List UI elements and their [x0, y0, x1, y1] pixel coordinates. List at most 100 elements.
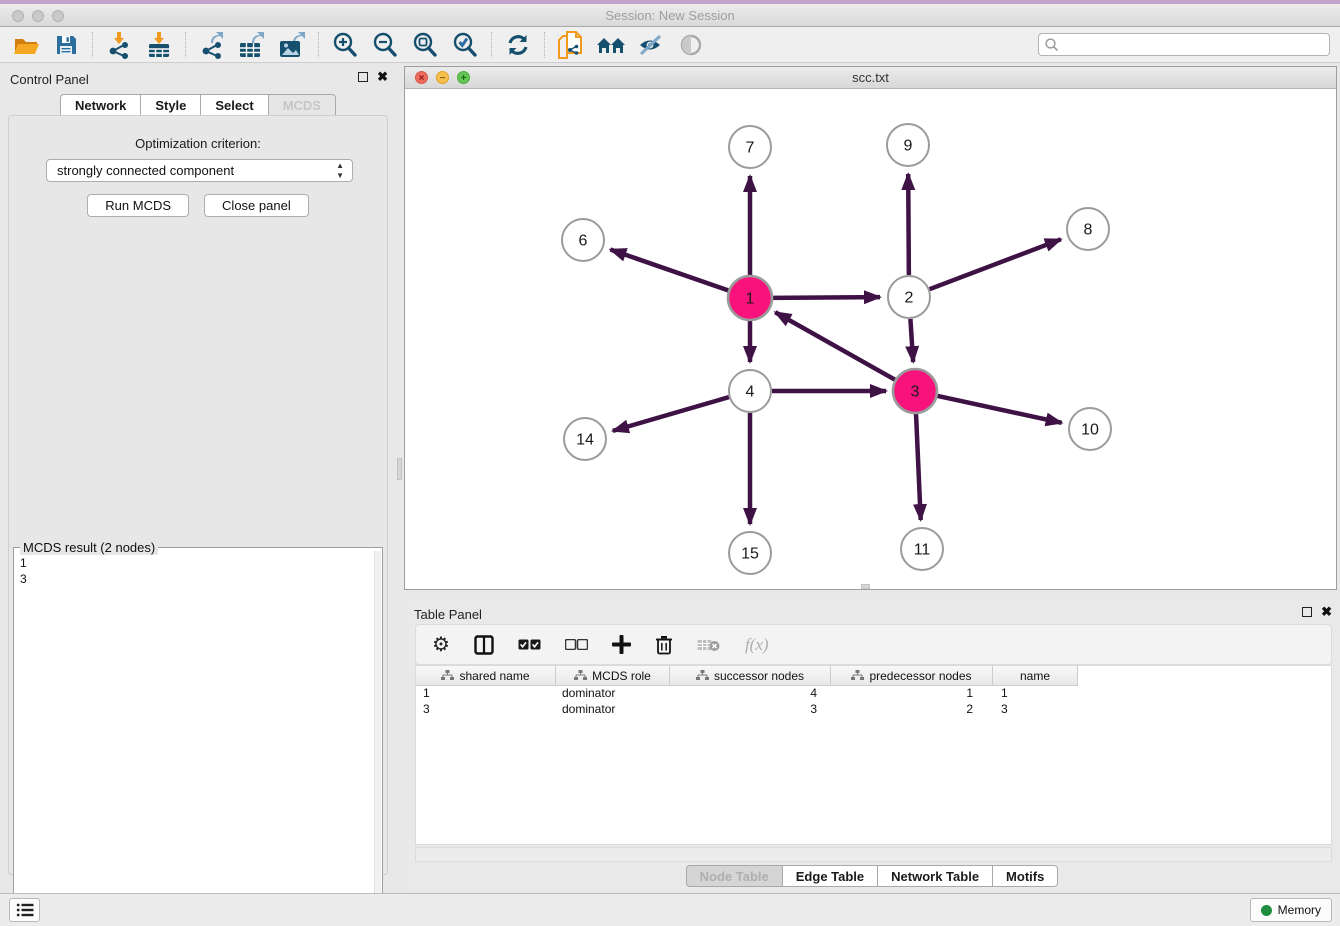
tab-network-table[interactable]: Network Table — [877, 865, 992, 887]
zoom-fit-icon — [411, 31, 439, 59]
open-file-button[interactable] — [6, 29, 46, 61]
export-image-icon — [277, 31, 307, 59]
settings-gear-icon: ⚙ — [432, 632, 450, 657]
hierarchy-icon — [696, 670, 709, 681]
delete-table-button[interactable] — [697, 637, 721, 653]
mcds-result-text[interactable]: 1 3 — [15, 553, 373, 921]
graph-edge-3-11[interactable] — [916, 413, 921, 520]
table-cell[interactable]: 3 — [416, 702, 556, 718]
run-mcds-button[interactable]: Run MCDS — [87, 194, 189, 217]
export-image-button[interactable] — [272, 29, 312, 61]
tab-network[interactable]: Network — [60, 94, 140, 116]
hide-panels-button[interactable] — [631, 29, 671, 61]
close-panel-icon[interactable]: ✖ — [377, 72, 388, 82]
save-session-icon — [53, 32, 79, 58]
export-network-button[interactable] — [192, 29, 232, 61]
node-table: shared nameMCDS rolesuccessor nodesprede… — [415, 665, 1332, 845]
table-cell[interactable]: dominator — [556, 686, 670, 702]
save-session-button[interactable] — [46, 29, 86, 61]
graph-edge-1-6[interactable] — [610, 250, 729, 291]
hierarchy-icon — [851, 670, 864, 681]
graph-edge-2-8[interactable] — [930, 239, 1061, 289]
vertical-splitter[interactable] — [396, 63, 404, 884]
float-panel-icon[interactable] — [358, 72, 368, 82]
column-header-predecessor-nodes[interactable]: predecessor nodes — [831, 666, 993, 686]
graph-edge-4-14[interactable] — [613, 397, 729, 431]
search-input[interactable] — [1060, 36, 1329, 54]
close-table-panel-icon[interactable]: ✖ — [1321, 607, 1332, 617]
table-row[interactable]: 3dominator323 — [416, 702, 1331, 718]
table-cell[interactable]: 1 — [416, 686, 556, 702]
zoom-selected-button[interactable] — [445, 29, 485, 61]
table-panel-title: Table Panel — [414, 607, 482, 622]
close-panel-button[interactable]: Close panel — [204, 194, 309, 217]
optimization-criterion-select[interactable]: strongly connected component ▲▼ — [46, 159, 353, 182]
zoom-fit-button[interactable] — [405, 29, 445, 61]
graph-node-label: 6 — [579, 233, 588, 250]
function-builder-button[interactable]: f(x) — [745, 635, 769, 655]
hide-panels-icon — [637, 33, 665, 57]
export-table-button[interactable] — [232, 29, 272, 61]
graph-edge-2-9[interactable] — [908, 174, 909, 275]
clone-network-button[interactable] — [551, 29, 591, 61]
graph-node-label: 7 — [746, 140, 755, 157]
column-layout-button[interactable] — [474, 635, 494, 655]
import-table-button[interactable] — [139, 29, 179, 61]
memory-label: Memory — [1278, 903, 1321, 917]
tab-select[interactable]: Select — [200, 94, 267, 116]
table-cell[interactable]: 3 — [670, 702, 831, 718]
table-cell[interactable]: 3 — [993, 702, 1078, 718]
table-cell[interactable]: 4 — [670, 686, 831, 702]
import-table-icon — [145, 31, 173, 59]
deselect-all-button[interactable] — [565, 639, 588, 650]
graph-svg: 7968124314101511 — [405, 89, 1336, 590]
zoom-in-button[interactable] — [325, 29, 365, 61]
search-box[interactable] — [1038, 33, 1330, 56]
network-overview-button[interactable] — [591, 29, 631, 61]
graph-edge-1-2[interactable] — [772, 297, 880, 298]
task-history-button[interactable] — [9, 898, 40, 922]
float-table-panel-icon[interactable] — [1302, 607, 1312, 617]
memory-button[interactable]: Memory — [1250, 898, 1332, 922]
tab-mcds[interactable]: MCDS — [268, 94, 336, 116]
table-cell[interactable]: 1 — [831, 686, 993, 702]
splitter-handle[interactable] — [397, 458, 402, 480]
select-all-button[interactable] — [518, 639, 541, 650]
node-table-body: 1dominator4113dominator323 — [416, 686, 1331, 718]
column-header-successor-nodes[interactable]: successor nodes — [670, 666, 831, 686]
settings-gear-button[interactable]: ⚙ — [432, 632, 450, 657]
graph-edge-2-3[interactable] — [910, 319, 913, 362]
network-titlebar[interactable]: × − + scc.txt — [405, 67, 1336, 89]
control-panel-tabs: NetworkStyleSelectMCDS — [0, 94, 396, 116]
network-window: × − + scc.txt 7968124314101511 — [404, 66, 1337, 590]
show-panels-icon — [678, 33, 704, 57]
refresh-button[interactable] — [498, 29, 538, 61]
table-cell[interactable]: dominator — [556, 702, 670, 718]
column-header-mcds-role[interactable]: MCDS role — [556, 666, 670, 686]
result-scrollbar[interactable] — [374, 551, 381, 921]
add-column-button[interactable] — [612, 635, 631, 654]
add-column-icon — [612, 635, 631, 654]
table-hscrollbar[interactable] — [415, 847, 1332, 862]
table-cell[interactable]: 2 — [831, 702, 993, 718]
zoom-out-button[interactable] — [365, 29, 405, 61]
tab-style[interactable]: Style — [140, 94, 200, 116]
table-row[interactable]: 1dominator411 — [416, 686, 1331, 702]
column-header-shared-name[interactable]: shared name — [416, 666, 556, 686]
column-header-name[interactable]: name — [993, 666, 1078, 686]
graph-node-label: 15 — [741, 546, 759, 563]
chevron-updown-icon: ▲▼ — [336, 161, 344, 181]
graph-edge-3-10[interactable] — [936, 396, 1061, 423]
tab-node-table[interactable]: Node Table — [686, 865, 782, 887]
deselect-all-icon — [565, 639, 588, 650]
table-cell[interactable]: 1 — [993, 686, 1078, 702]
network-canvas[interactable]: 7968124314101511 — [405, 89, 1336, 589]
import-network-button[interactable] — [99, 29, 139, 61]
delete-column-button[interactable] — [655, 635, 673, 655]
graph-edge-3-1[interactable] — [775, 312, 896, 380]
tab-edge-table[interactable]: Edge Table — [782, 865, 877, 887]
tab-motifs[interactable]: Motifs — [992, 865, 1058, 887]
show-panels-button[interactable] — [671, 29, 711, 61]
canvas-splitter-handle[interactable] — [861, 584, 870, 589]
main-titlebar: Session: New Session — [0, 4, 1340, 27]
